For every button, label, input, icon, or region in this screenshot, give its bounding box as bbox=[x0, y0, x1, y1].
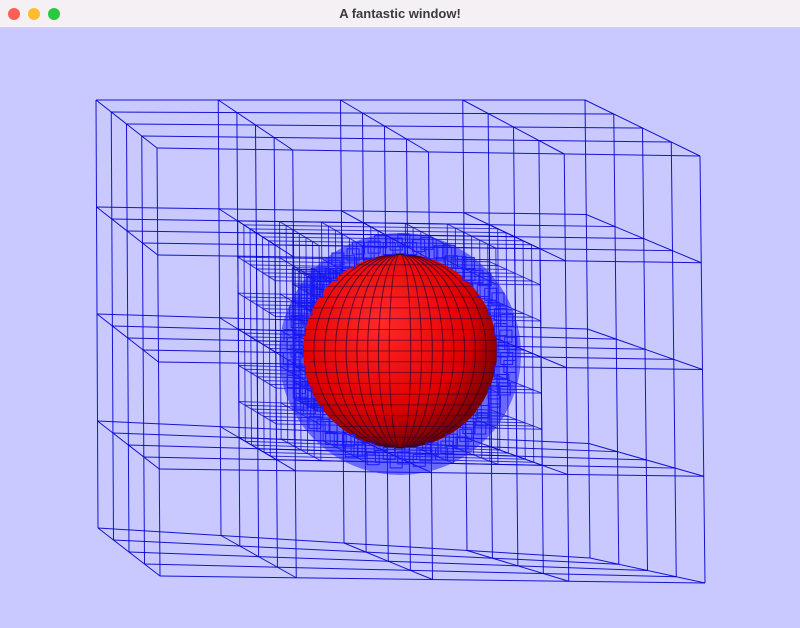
title-bar[interactable]: A fantastic window! bbox=[0, 0, 800, 28]
sphere-model bbox=[279, 233, 521, 475]
window-title: A fantastic window! bbox=[339, 6, 461, 21]
app-window: A fantastic window! bbox=[0, 0, 800, 628]
render-viewport[interactable] bbox=[0, 28, 800, 628]
octree-scene bbox=[0, 28, 800, 628]
